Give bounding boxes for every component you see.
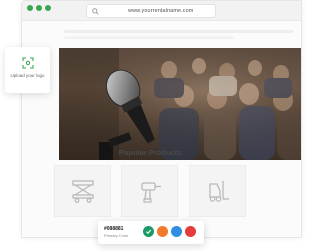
browser-titlebar: www.yourrentalname.com [22, 1, 301, 21]
forklift-icon [208, 181, 229, 202]
scissor-lift-icon [71, 180, 94, 203]
hex-value[interactable]: #088881 [104, 226, 123, 232]
nav-placeholder [64, 30, 294, 33]
url-text: www.yourrentalname.com [128, 8, 194, 14]
primary-color-label: Primary Color [104, 233, 129, 238]
conference-microphone-photo [59, 48, 301, 160]
window-controls [27, 5, 51, 11]
color-swatch[interactable] [185, 226, 196, 237]
section-title: Popular Products [118, 148, 182, 157]
color-swatch[interactable] [143, 226, 154, 237]
address-bar[interactable]: www.yourrentalname.com [86, 4, 216, 18]
checkmark-icon [146, 229, 152, 235]
product-list [0, 165, 300, 217]
window-dot[interactable] [36, 5, 42, 11]
color-swatch[interactable] [157, 226, 168, 237]
upload-logo-label: Upload your logo [10, 73, 45, 78]
upload-logo-card[interactable]: Upload your logo [5, 47, 50, 93]
product-card[interactable] [121, 165, 178, 217]
color-swatches [143, 226, 196, 237]
search-icon [90, 6, 100, 16]
color-swatch[interactable] [171, 226, 182, 237]
product-card[interactable] [54, 165, 111, 217]
window-dot[interactable] [45, 5, 51, 11]
upload-logo-icon [22, 56, 34, 69]
hero-image [59, 48, 301, 160]
product-card[interactable] [189, 165, 246, 217]
color-picker: #088881 Primary Color [98, 221, 204, 244]
nav-placeholder [64, 36, 234, 39]
window-dot[interactable] [27, 5, 33, 11]
power-drill-icon [140, 182, 161, 203]
